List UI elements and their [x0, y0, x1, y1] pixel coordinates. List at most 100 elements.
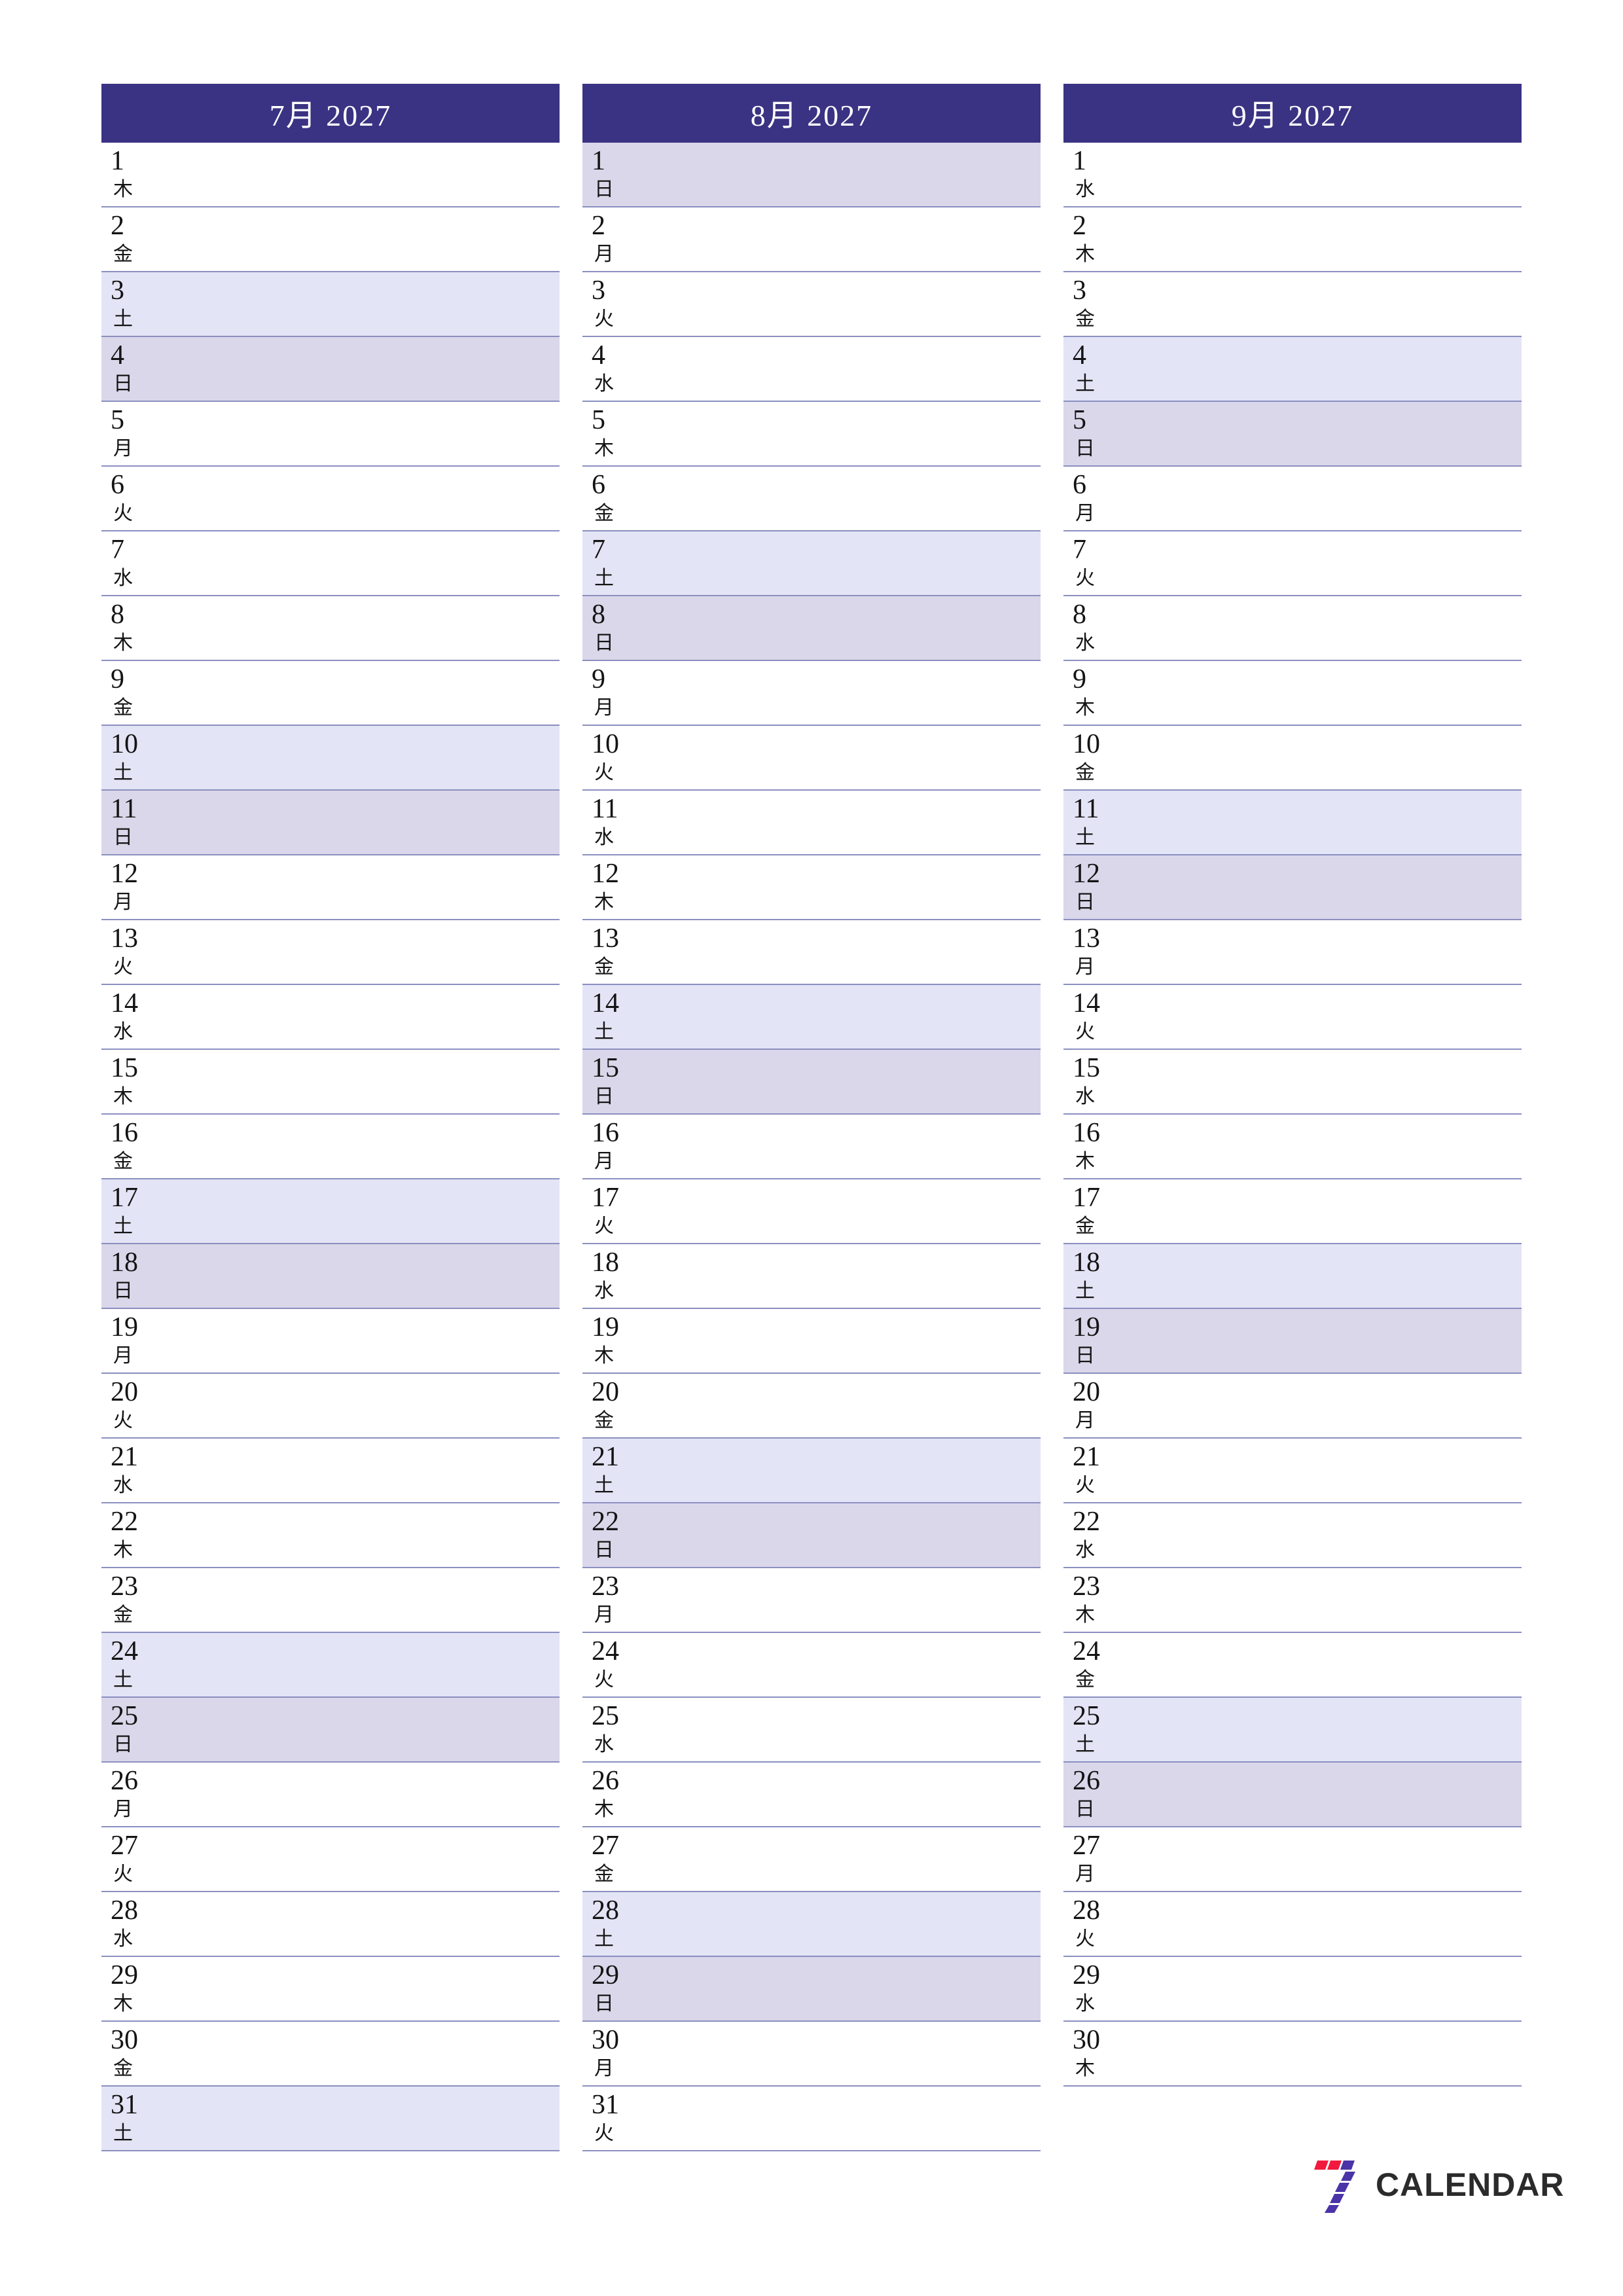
day-row[interactable]: 24 土 — [101, 1633, 560, 1698]
day-row[interactable]: 21 火 — [1063, 1439, 1522, 1503]
day-of-week: 火 — [113, 503, 133, 524]
day-row[interactable]: 11 日 — [101, 791, 560, 855]
day-row[interactable]: 3火 — [582, 272, 1041, 337]
day-row[interactable]: 7水 — [101, 531, 560, 596]
day-row[interactable]: 19 月 — [101, 1309, 560, 1374]
day-row[interactable]: 25 水 — [582, 1698, 1041, 1763]
day-row[interactable]: 22 日 — [582, 1503, 1041, 1568]
day-row[interactable]: 20 月 — [1063, 1374, 1522, 1439]
day-row[interactable]: 7火 — [1063, 531, 1522, 596]
day-row[interactable]: 20 金 — [582, 1374, 1041, 1439]
day-row[interactable]: 10 金 — [1063, 726, 1522, 791]
day-row[interactable]: 12 木 — [582, 855, 1041, 920]
day-of-week: 月 — [594, 697, 614, 719]
day-row[interactable]: 4日 — [101, 337, 560, 402]
day-of-week: 水 — [1075, 1993, 1095, 2015]
day-row[interactable]: 2木 — [1063, 207, 1522, 272]
day-row[interactable]: 11 水 — [582, 791, 1041, 855]
day-row[interactable]: 6月 — [1063, 467, 1522, 531]
day-row[interactable]: 14 火 — [1063, 985, 1522, 1050]
day-row[interactable]: 31 火 — [582, 2087, 1041, 2151]
day-row[interactable]: 18 水 — [582, 1244, 1041, 1309]
day-row[interactable]: 13 月 — [1063, 920, 1522, 985]
day-row[interactable]: 21 水 — [101, 1439, 560, 1503]
day-row[interactable]: 7土 — [582, 531, 1041, 596]
day-row[interactable]: 17 土 — [101, 1179, 560, 1244]
day-row[interactable]: 8水 — [1063, 596, 1522, 661]
day-row[interactable]: 14 土 — [582, 985, 1041, 1050]
day-row[interactable]: 23 金 — [101, 1568, 560, 1633]
day-row[interactable]: 28 土 — [582, 1892, 1041, 1957]
day-of-week: 火 — [113, 1410, 133, 1431]
day-row[interactable]: 28 水 — [101, 1892, 560, 1957]
day-row[interactable]: 8木 — [101, 596, 560, 661]
day-row[interactable]: 10 土 — [101, 726, 560, 791]
day-row[interactable]: 15 水 — [1063, 1050, 1522, 1115]
day-row[interactable]: 8日 — [582, 596, 1041, 661]
day-row[interactable]: 24 火 — [582, 1633, 1041, 1698]
day-row[interactable]: 31 土 — [101, 2087, 560, 2151]
day-row[interactable]: 2月 — [582, 207, 1041, 272]
day-row[interactable]: 18 土 — [1063, 1244, 1522, 1309]
day-row[interactable]: 4水 — [582, 337, 1041, 402]
day-row[interactable]: 16 金 — [101, 1115, 560, 1179]
day-row[interactable]: 10 火 — [582, 726, 1041, 791]
day-row[interactable]: 5月 — [101, 402, 560, 467]
day-row[interactable]: 18 日 — [101, 1244, 560, 1309]
day-row[interactable]: 13 金 — [582, 920, 1041, 985]
day-row[interactable]: 12 日 — [1063, 855, 1522, 920]
day-row[interactable]: 25 土 — [1063, 1698, 1522, 1763]
day-row[interactable]: 1日 — [582, 143, 1041, 207]
day-row[interactable]: 30 月 — [582, 2022, 1041, 2087]
day-row[interactable]: 29 水 — [1063, 1957, 1522, 2022]
day-row[interactable]: 20 火 — [101, 1374, 560, 1439]
day-row[interactable]: 9月 — [582, 661, 1041, 726]
day-row[interactable]: 19 日 — [1063, 1309, 1522, 1374]
day-row[interactable]: 30 木 — [1063, 2022, 1522, 2087]
day-of-week: 日 — [113, 1734, 133, 1755]
day-row[interactable]: 27 月 — [1063, 1827, 1522, 1892]
day-row[interactable]: 6火 — [101, 467, 560, 531]
day-row[interactable]: 30 金 — [101, 2022, 560, 2087]
day-row[interactable]: 16 木 — [1063, 1115, 1522, 1179]
day-row[interactable]: 27 火 — [101, 1827, 560, 1892]
day-row[interactable]: 26 日 — [1063, 1763, 1522, 1827]
day-row[interactable]: 28 火 — [1063, 1892, 1522, 1957]
day-row[interactable]: 22 水 — [1063, 1503, 1522, 1568]
day-row[interactable]: 5日 — [1063, 402, 1522, 467]
day-row[interactable]: 15 木 — [101, 1050, 560, 1115]
day-row[interactable]: 14 水 — [101, 985, 560, 1050]
day-row[interactable]: 1水 — [1063, 143, 1522, 207]
day-row[interactable]: 29 木 — [101, 1957, 560, 2022]
day-row[interactable]: 25 日 — [101, 1698, 560, 1763]
day-row[interactable]: 15 日 — [582, 1050, 1041, 1115]
day-row[interactable]: 17 金 — [1063, 1179, 1522, 1244]
day-row[interactable]: 2金 — [101, 207, 560, 272]
day-row[interactable]: 27 金 — [582, 1827, 1041, 1892]
day-row[interactable]: 9金 — [101, 661, 560, 726]
day-row[interactable]: 19 木 — [582, 1309, 1041, 1374]
day-row[interactable]: 24 金 — [1063, 1633, 1522, 1698]
day-row[interactable]: 23 木 — [1063, 1568, 1522, 1633]
day-row[interactable]: 29 日 — [582, 1957, 1041, 2022]
day-row[interactable]: 11 土 — [1063, 791, 1522, 855]
day-row[interactable]: 13 火 — [101, 920, 560, 985]
day-row[interactable]: 22 木 — [101, 1503, 560, 1568]
day-row[interactable]: 16 月 — [582, 1115, 1041, 1179]
day-row[interactable]: 9木 — [1063, 661, 1522, 726]
day-row[interactable]: 6金 — [582, 467, 1041, 531]
day-row[interactable]: 26 木 — [582, 1763, 1041, 1827]
month-column: 8月 2027 1 日 2 月 3 火 4 水 5 木 6 金 7 土 8 日 9 月 10 火 11 水 12 木 13 金 14 土… — [582, 84, 1041, 2151]
day-row[interactable]: 17 火 — [582, 1179, 1041, 1244]
day-row[interactable]: 12 月 — [101, 855, 560, 920]
brand-name: CALENDAR — [1376, 2166, 1565, 2203]
day-row[interactable]: 26 月 — [101, 1763, 560, 1827]
day-row[interactable]: 1木 — [101, 143, 560, 207]
day-row[interactable]: 21 土 — [582, 1439, 1041, 1503]
day-row[interactable]: 4土 — [1063, 337, 1522, 402]
day-of-week: 月 — [113, 1345, 133, 1367]
day-row[interactable]: 23 月 — [582, 1568, 1041, 1633]
day-row[interactable]: 3金 — [1063, 272, 1522, 337]
day-row[interactable]: 5木 — [582, 402, 1041, 467]
day-row[interactable]: 3土 — [101, 272, 560, 337]
